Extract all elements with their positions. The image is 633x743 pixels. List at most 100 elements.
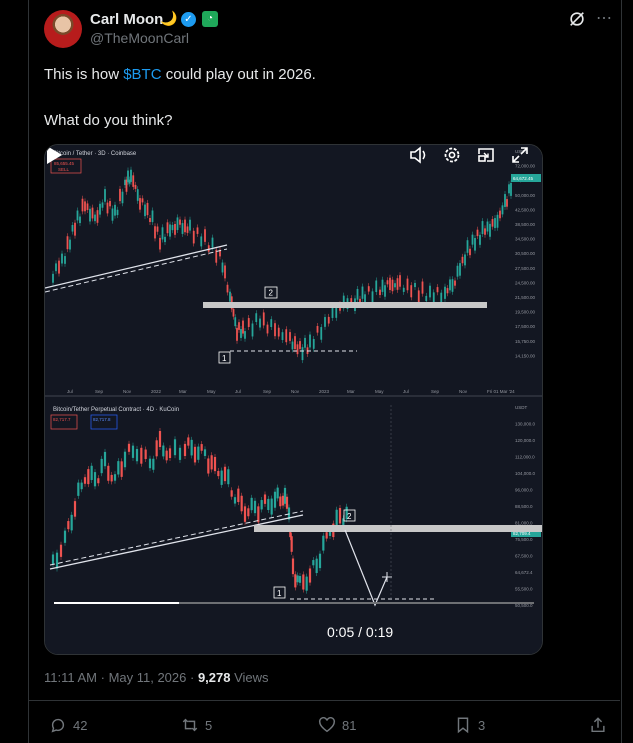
bottom-candle — [308, 568, 312, 583]
top-candle — [266, 324, 269, 334]
settings-gear-icon[interactable] — [442, 145, 462, 165]
more-options-icon[interactable]: ⋯ — [596, 8, 613, 28]
top-candle — [371, 291, 374, 304]
top-candle — [429, 285, 431, 298]
top-candle — [229, 291, 231, 302]
time-current: 0:05 — [327, 624, 355, 640]
bottom-candle — [302, 574, 305, 590]
play-icon[interactable] — [45, 145, 63, 165]
top-candle — [299, 341, 301, 349]
top-candle — [270, 319, 273, 327]
top-candle — [274, 323, 276, 337]
top-candle — [508, 184, 510, 194]
bookmark-button[interactable]: 3 — [454, 716, 485, 734]
top-x-tick: Jul — [403, 389, 409, 394]
author-avatar[interactable] — [44, 10, 82, 48]
bottom-candle — [220, 470, 223, 485]
top-candle — [184, 219, 186, 233]
grok-icon[interactable] — [568, 10, 586, 28]
top-candle — [154, 226, 156, 239]
top-candle — [136, 189, 139, 201]
top-candle — [86, 203, 89, 211]
top-candle — [446, 288, 449, 294]
bottom-candle — [273, 491, 277, 508]
bottom-candle — [338, 507, 342, 524]
top-candle — [174, 223, 176, 235]
author-handle[interactable]: @TheMoonCarl — [90, 30, 189, 46]
top-x-tick: Sep — [95, 389, 104, 394]
top-candle — [277, 327, 280, 337]
top-candle — [456, 265, 459, 277]
like-button[interactable]: 81 — [318, 716, 356, 734]
reply-button[interactable]: 42 — [49, 716, 87, 734]
bottom-candle — [165, 450, 168, 461]
views-count: 9,278 — [197, 670, 231, 685]
bottom-candle — [110, 474, 113, 482]
author-name[interactable]: Carl Moon — [90, 11, 163, 28]
top-candle — [481, 221, 484, 234]
top-candle — [119, 188, 121, 202]
top-candle — [144, 204, 146, 217]
picture-in-picture-icon[interactable] — [476, 145, 496, 165]
top-candle — [99, 203, 101, 215]
bottom-resistance-zone — [254, 525, 542, 532]
top-candle — [169, 224, 171, 237]
top-candle — [189, 219, 191, 231]
bottom-chart-title: Bitcoin/Tether Perpetual Contract · 4D ·… — [53, 407, 179, 413]
top-candle — [242, 320, 244, 334]
top-candle — [52, 273, 54, 283]
bottom-candle — [267, 498, 270, 510]
bottom-candle — [237, 488, 240, 503]
top-label-1: 1 — [222, 354, 227, 363]
top-candle — [471, 234, 474, 245]
bookmark-count: 3 — [478, 717, 486, 733]
top-candle — [440, 292, 443, 304]
top-candle — [238, 322, 240, 330]
bottom-candle — [131, 445, 135, 458]
bottom-candle — [103, 451, 107, 467]
top-candle — [501, 205, 504, 215]
top-x-tick: Sep — [431, 389, 440, 394]
bottom-candle — [315, 558, 318, 574]
bottom-candle — [135, 448, 139, 462]
share-button[interactable] — [589, 716, 607, 734]
top-candle — [406, 278, 409, 291]
top-x-tick: Nov — [291, 389, 300, 394]
bottom-candle — [73, 501, 77, 517]
top-candle — [247, 318, 250, 327]
bottom-candle — [227, 469, 230, 485]
bottom-candle — [230, 490, 233, 497]
bottom-candle — [260, 500, 263, 510]
top-candle — [324, 317, 326, 327]
top-candle — [499, 210, 501, 219]
top-candle — [389, 277, 391, 290]
top-candle — [510, 182, 512, 196]
repost-count: 5 — [205, 717, 213, 733]
top-candle — [130, 169, 132, 182]
top-candle — [489, 223, 491, 237]
tweet-date[interactable]: May 11, 2026 — [109, 670, 187, 685]
fullscreen-icon[interactable] — [510, 145, 530, 165]
top-candle — [200, 236, 203, 247]
tweet-time[interactable]: 11:11 AM — [44, 670, 97, 685]
bottom-candle — [152, 458, 155, 470]
affiliate-badge-icon: ◔ — [202, 11, 218, 27]
volume-icon[interactable] — [409, 145, 429, 165]
top-candle — [410, 285, 413, 298]
top-candle — [469, 248, 471, 256]
top-candle — [109, 201, 111, 207]
bottom-y-tick: 67,500.0 — [515, 554, 533, 559]
bottom-candle — [197, 446, 200, 460]
repost-button[interactable]: 5 — [181, 716, 212, 734]
video-timestamp: 0:05 / 0:19 — [327, 624, 393, 640]
top-candle — [381, 279, 384, 292]
top-candle — [436, 287, 439, 293]
cashtag-link[interactable]: $BTC — [123, 66, 161, 83]
bottom-y-tick: 96,000.0 — [515, 488, 533, 493]
video-player[interactable]: Bitcoin / Tether · 3D · Coinbase Bitcoin/… — [44, 144, 543, 655]
top-candle — [196, 227, 199, 234]
top-candle — [234, 317, 237, 327]
top-candle — [121, 191, 124, 204]
top-candle — [316, 326, 319, 333]
bottom-candle — [113, 474, 117, 481]
